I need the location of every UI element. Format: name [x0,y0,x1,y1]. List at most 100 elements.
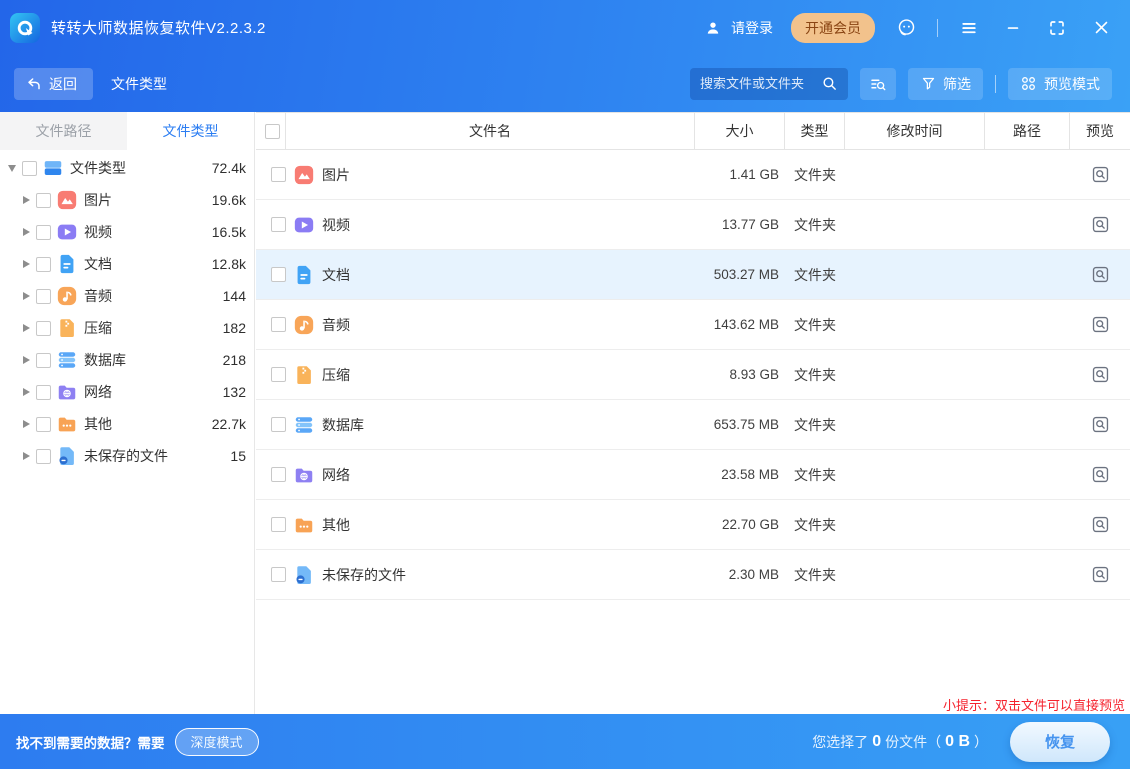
row-checkbox[interactable] [271,367,286,382]
tree-item[interactable]: 音频144 [0,280,254,312]
table-body: 图片1.41 GB文件夹视频13.77 GB文件夹文档503.27 MB文件夹音… [256,150,1130,600]
search-input[interactable] [700,76,820,91]
preview-button[interactable] [1070,550,1130,599]
row-checkbox-cell [256,150,286,199]
file-size-cell: 2.30 MB [695,550,785,599]
select-all-checkbox[interactable] [265,124,280,139]
recover-button[interactable]: 恢复 [1010,722,1110,762]
expand-arrow-icon[interactable] [20,292,32,300]
close-icon[interactable] [1088,15,1114,41]
file-type-cell: 文件夹 [785,350,845,399]
filter-button[interactable]: 筛选 [908,68,983,100]
expand-arrow-icon[interactable] [20,260,32,268]
expand-arrow-icon[interactable] [20,356,32,364]
preview-button[interactable] [1070,300,1130,349]
row-checkbox[interactable] [271,267,286,282]
expand-arrow-icon[interactable] [20,452,32,460]
minimize-icon[interactable] [1000,15,1026,41]
menu-icon[interactable] [956,15,982,41]
tree-item-checkbox[interactable] [36,225,51,240]
tree-item-checkbox[interactable] [36,417,51,432]
row-checkbox-cell [256,500,286,549]
tree-item-count: 144 [223,288,246,304]
tree-item[interactable]: 文件类型72.4k [0,152,254,184]
tree-item-label: 视频 [84,222,112,242]
other-icon [293,514,315,536]
table-row[interactable]: 图片1.41 GB文件夹 [256,150,1130,200]
tree-item[interactable]: 未保存的文件15 [0,440,254,472]
preview-button[interactable] [1070,500,1130,549]
tree-item-checkbox[interactable] [36,449,51,464]
back-button[interactable]: 返回 [14,68,93,100]
preview-icon [1089,364,1111,386]
column-header-name[interactable]: 文件名 [286,113,695,149]
tree-item[interactable]: 视频16.5k [0,216,254,248]
preview-icon [1089,464,1111,486]
tab-file-path[interactable]: 文件路径 [0,112,127,150]
login-button[interactable]: 请登录 [702,17,773,39]
column-header-size[interactable]: 大小 [695,113,785,149]
column-header-preview[interactable]: 预览 [1070,113,1130,149]
preview-button[interactable] [1070,200,1130,249]
expand-arrow-icon[interactable] [20,420,32,428]
maximize-icon[interactable] [1044,15,1070,41]
expand-arrow-icon[interactable] [20,388,32,396]
table-row[interactable]: 未保存的文件2.30 MB文件夹 [256,550,1130,600]
tree-item[interactable]: 文档12.8k [0,248,254,280]
table-row[interactable]: 音频143.62 MB文件夹 [256,300,1130,350]
tree-item[interactable]: 压缩182 [0,312,254,344]
file-mtime-cell [845,150,985,199]
tree-item[interactable]: 数据库218 [0,344,254,376]
row-checkbox-cell [256,450,286,499]
tree-item-count: 12.8k [212,256,246,272]
row-checkbox[interactable] [271,467,286,482]
preview-button[interactable] [1070,400,1130,449]
deep-mode-button[interactable]: 深度模式 [175,728,259,756]
expand-arrow-icon[interactable] [20,196,32,204]
tree-item[interactable]: 图片19.6k [0,184,254,216]
tree-item-checkbox[interactable] [36,193,51,208]
net-icon [293,464,315,486]
tree-item[interactable]: 其他22.7k [0,408,254,440]
table-row[interactable]: 压缩8.93 GB文件夹 [256,350,1130,400]
tree-item[interactable]: 网络132 [0,376,254,408]
preview-button[interactable] [1070,450,1130,499]
search-list-button[interactable] [860,68,896,100]
preview-button[interactable] [1070,250,1130,299]
category-icon [42,157,64,179]
tree-item-checkbox[interactable] [36,321,51,336]
row-checkbox[interactable] [271,317,286,332]
file-name-cell: 其他 [286,500,695,549]
table-row[interactable]: 视频13.77 GB文件夹 [256,200,1130,250]
search-icon[interactable] [820,75,838,93]
file-table: 文件名 大小 类型 修改时间 路径 预览 图片1.41 GB文件夹视频13.77… [256,112,1130,714]
tree-item-checkbox[interactable] [22,161,37,176]
table-row[interactable]: 网络23.58 MB文件夹 [256,450,1130,500]
row-checkbox[interactable] [271,567,286,582]
table-row[interactable]: 其他22.70 GB文件夹 [256,500,1130,550]
tab-file-type[interactable]: 文件类型 [127,112,254,150]
customer-service-icon[interactable] [893,15,919,41]
row-checkbox-cell [256,350,286,399]
row-checkbox[interactable] [271,167,286,182]
table-row[interactable]: 数据库653.75 MB文件夹 [256,400,1130,450]
row-checkbox[interactable] [271,417,286,432]
expand-arrow-icon[interactable] [20,324,32,332]
tree-item-checkbox[interactable] [36,385,51,400]
tree-item-checkbox[interactable] [36,257,51,272]
expand-arrow-icon[interactable] [20,228,32,236]
column-header-type[interactable]: 类型 [785,113,845,149]
column-header-mtime[interactable]: 修改时间 [845,113,985,149]
row-checkbox[interactable] [271,217,286,232]
row-checkbox[interactable] [271,517,286,532]
tree-item-checkbox[interactable] [36,353,51,368]
preview-mode-button[interactable]: 预览模式 [1008,68,1112,100]
tree-item-checkbox[interactable] [36,289,51,304]
collapse-arrow-icon[interactable] [6,165,18,172]
open-vip-button[interactable]: 开通会员 [791,13,875,43]
preview-button[interactable] [1070,350,1130,399]
column-header-path[interactable]: 路径 [985,113,1070,149]
file-name-label: 网络 [322,465,350,485]
table-row[interactable]: 文档503.27 MB文件夹 [256,250,1130,300]
preview-button[interactable] [1070,150,1130,199]
